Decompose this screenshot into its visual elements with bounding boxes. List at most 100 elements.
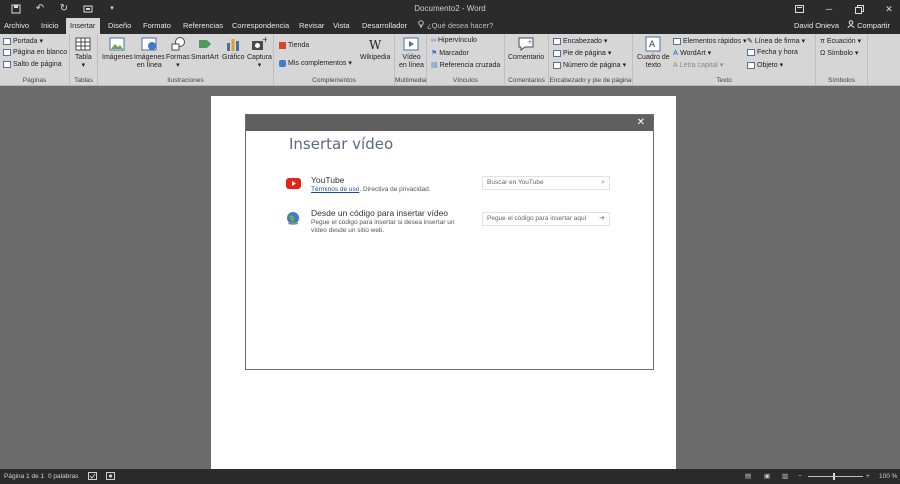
user-name[interactable]: David Onieva xyxy=(794,18,839,34)
tienda-button[interactable]: Tienda xyxy=(279,42,309,49)
header-icon xyxy=(553,37,561,45)
letra-capital-button[interactable]: A Letra capital ▾ xyxy=(673,61,723,70)
simbolo-button[interactable]: Ω Símbolo ▾ xyxy=(820,49,858,58)
print-layout-icon[interactable]: ▣ xyxy=(764,469,770,484)
tell-me-box[interactable]: ¿Qué desea hacer? xyxy=(418,18,493,34)
marcador-button[interactable]: ⚑ Marcador xyxy=(431,49,469,58)
tab-inicio[interactable]: Inicio xyxy=(37,18,63,34)
group-vinculos: ∞ Hipervínculo ⚑ Marcador ▤ Referencia cruz… xyxy=(427,34,505,86)
tab-vista[interactable]: Vista xyxy=(329,18,354,34)
group-texto: A Cuadro de texto Elementos rápidos ▾ A Wo… xyxy=(633,34,816,86)
read-mode-icon[interactable]: ▤ xyxy=(745,469,751,484)
mis-complementos-button[interactable]: Mis complementos ▾ xyxy=(279,59,352,67)
zoom-slider-thumb[interactable] xyxy=(833,473,835,480)
page-count[interactable]: Página 1 de 1 xyxy=(4,469,44,484)
group-label: Comentarios xyxy=(508,77,545,84)
numero-de-pagina-button[interactable]: Número de página ▾ xyxy=(553,61,626,69)
objeto-button[interactable]: Objeto ▾ xyxy=(747,61,783,69)
embed-code-placeholder: Pegue el código para insertar aquí xyxy=(487,215,587,222)
restore-icon[interactable] xyxy=(852,2,866,16)
share-button[interactable]: Compartir xyxy=(847,18,890,34)
youtube-terms-line: Términos de uso. Directiva de privacidad… xyxy=(311,186,431,194)
comentario-button[interactable]: + Comentario xyxy=(508,36,544,62)
svg-text:+: + xyxy=(262,36,267,44)
group-comentarios: + Comentario Comentarios xyxy=(505,34,549,86)
elementos-rapidos-button[interactable]: Elementos rápidos ▾ xyxy=(673,37,747,45)
youtube-search-input[interactable]: Buscar en YouTube ⌕ xyxy=(482,176,610,190)
footer-icon xyxy=(553,49,561,57)
grafico-button[interactable]: Gráfico xyxy=(222,36,245,62)
tab-diseno[interactable]: Diseño xyxy=(104,18,135,34)
video-en-linea-button[interactable]: Vídeo en línea xyxy=(399,36,424,70)
page-break-icon xyxy=(3,61,11,68)
formas-button[interactable]: Formas ▾ xyxy=(166,36,190,70)
tab-correspondencia[interactable]: Correspondencia xyxy=(228,18,293,34)
linea-de-firma-button[interactable]: ✎ Línea de firma ▾ xyxy=(747,37,805,46)
embed-code-input[interactable]: Pegue el código para insertar aquí ➔ xyxy=(482,212,610,226)
picture-icon xyxy=(109,37,125,51)
smartart-button[interactable]: SmartArt xyxy=(191,36,219,62)
addins-icon xyxy=(279,59,286,67)
comment-icon: + xyxy=(518,37,534,51)
date-time-icon xyxy=(747,49,755,56)
pie-de-pagina-button[interactable]: Pie de página ▾ xyxy=(553,49,611,57)
imagenes-button[interactable]: Imágenes xyxy=(102,36,133,62)
cover-page-icon xyxy=(3,37,11,45)
smartart-icon xyxy=(198,40,211,48)
privacy-text[interactable]: . Directiva de privacidad. xyxy=(359,186,430,193)
tab-revisar[interactable]: Revisar xyxy=(295,18,328,34)
tab-formato[interactable]: Formato xyxy=(139,18,175,34)
fecha-y-hora-button[interactable]: Fecha y hora xyxy=(747,49,798,56)
group-ilustraciones: Imágenes Imágenes en línea Formas ▾ Smart… xyxy=(98,34,274,86)
youtube-icon xyxy=(286,178,301,191)
hipervinculo-button[interactable]: ∞ Hipervínculo xyxy=(431,37,477,44)
ribbon-display-icon[interactable] xyxy=(792,2,806,16)
dialog-close-icon[interactable]: ✕ xyxy=(637,117,645,128)
encabezado-button[interactable]: Encabezado ▾ xyxy=(553,37,607,45)
web-layout-icon[interactable]: ▥ xyxy=(782,469,788,484)
object-icon xyxy=(747,61,755,69)
cuadro-de-texto-button[interactable]: A Cuadro de texto xyxy=(637,36,670,70)
minimize-icon[interactable]: ─ xyxy=(822,2,836,16)
group-simbolos: π Ecuación ▾ Ω Símbolo ▾ Símbolos xyxy=(816,34,868,86)
insert-video-dialog: ✕ Insertar vídeo YouTube Términos de uso… xyxy=(245,114,654,370)
macro-record-icon[interactable] xyxy=(106,469,115,484)
captura-button[interactable]: + Captura ▾ xyxy=(247,36,272,70)
window-controls: ─ ✕ xyxy=(792,2,896,16)
drop-cap-icon: A xyxy=(673,61,678,69)
portada-button[interactable]: Portada ▾ xyxy=(3,37,43,45)
tell-me-text: ¿Qué desea hacer? xyxy=(427,21,494,30)
arrow-right-icon[interactable]: ➔ xyxy=(599,213,605,225)
group-encabezado: Encabezado ▾ Pie de página ▾ Número de pág… xyxy=(549,34,633,86)
text-box-icon: A xyxy=(645,36,661,52)
search-icon[interactable]: ⌕ xyxy=(601,177,605,189)
tab-insertar[interactable]: Insertar xyxy=(66,18,100,34)
svg-text:A: A xyxy=(649,40,656,50)
terms-link[interactable]: Términos de uso xyxy=(311,186,359,193)
tabla-button[interactable]: Tabla ▾ xyxy=(75,36,92,70)
proofing-icon[interactable] xyxy=(88,469,97,484)
close-icon[interactable]: ✕ xyxy=(882,2,896,16)
ribbon-tabs: Archivo Inicio Insertar Diseño Formato R… xyxy=(0,18,900,34)
imagenes-en-linea-button[interactable]: Imágenes en línea xyxy=(134,36,165,70)
tab-archivo[interactable]: Archivo xyxy=(0,18,33,34)
group-multimedia: Vídeo en línea Multimedia xyxy=(395,34,427,86)
pagina-en-blanco-button[interactable]: Página en blanco xyxy=(3,49,67,56)
salto-de-pagina-button[interactable]: Salto de página xyxy=(3,61,62,68)
wikipedia-button[interactable]: W Wikipedia xyxy=(360,36,390,62)
dialog-header: ✕ xyxy=(246,115,653,131)
zoom-in-icon[interactable]: + xyxy=(866,469,870,484)
tab-desarrollador[interactable]: Desarrollador xyxy=(358,18,411,34)
zoom-level[interactable]: 100 % xyxy=(879,469,897,484)
group-label: Complementos xyxy=(312,77,356,84)
tab-referencias[interactable]: Referencias xyxy=(179,18,227,34)
online-video-icon xyxy=(403,37,419,51)
bookmark-icon: ⚑ xyxy=(431,50,438,57)
group-label: Encabezado y pie de página xyxy=(549,77,632,84)
zoom-slider[interactable] xyxy=(808,476,863,477)
zoom-out-icon[interactable]: − xyxy=(798,469,802,484)
referencia-cruzada-button[interactable]: ▤ Referencia cruzada xyxy=(431,61,500,70)
word-count[interactable]: 0 palabras xyxy=(48,469,78,484)
wordart-button[interactable]: A WordArt ▾ xyxy=(673,49,711,58)
ecuacion-button[interactable]: π Ecuación ▾ xyxy=(820,37,861,46)
